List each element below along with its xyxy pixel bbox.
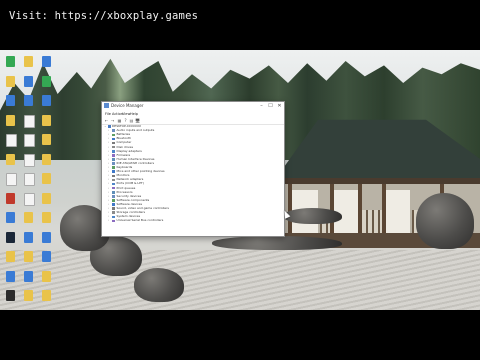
device-category-icon <box>112 178 115 182</box>
app-icon[interactable] <box>6 212 15 223</box>
device-category-icon <box>112 154 115 157</box>
forward-arrow-icon[interactable]: → <box>110 118 115 123</box>
document-icon[interactable] <box>24 192 35 206</box>
folder-icon[interactable] <box>42 134 51 145</box>
folder-icon[interactable] <box>6 153 15 165</box>
chrome-icon[interactable] <box>42 75 51 87</box>
app-icon[interactable] <box>42 251 51 262</box>
help-icon[interactable]: ? <box>123 118 128 123</box>
device-category-icon <box>112 162 115 165</box>
window-title: Device Manager <box>111 103 144 108</box>
folder-icon[interactable] <box>42 114 51 126</box>
folder-icon[interactable] <box>42 153 51 165</box>
device-manager-icon <box>104 103 109 108</box>
device-category-icon <box>112 190 115 194</box>
device-category-icon <box>112 186 115 190</box>
device-category-icon <box>112 145 115 149</box>
device-category-icon <box>112 182 115 186</box>
app-icon[interactable] <box>6 270 15 282</box>
device-category-icon <box>112 215 115 219</box>
chevron-right-icon[interactable]: › <box>108 218 109 222</box>
temple-lattice <box>360 210 382 234</box>
device-category-icon <box>112 166 115 169</box>
folder-icon[interactable] <box>42 212 51 223</box>
folder-icon[interactable] <box>42 173 51 184</box>
folder-icon[interactable] <box>24 251 33 262</box>
back-arrow-icon[interactable]: ← <box>104 118 109 123</box>
device-category-icon <box>112 203 115 206</box>
document-icon[interactable] <box>24 134 35 147</box>
epic-icon[interactable] <box>6 290 15 301</box>
device-category-icon <box>112 158 115 161</box>
chrome-icon[interactable] <box>6 56 15 67</box>
maximize-button[interactable]: ☐ <box>266 102 275 110</box>
close-button[interactable]: ✕ <box>275 102 284 110</box>
folder-icon[interactable] <box>6 114 15 126</box>
folder-icon[interactable] <box>24 290 33 301</box>
device-category-icon <box>112 199 115 202</box>
properties-icon[interactable]: ▦ <box>117 118 122 123</box>
device-category-icon <box>112 133 115 137</box>
device-category-row[interactable]: › Audio inputs and outputs <box>104 128 280 133</box>
folder-icon[interactable] <box>6 75 15 87</box>
app-icon[interactable] <box>24 231 33 243</box>
device-category-row[interactable]: › Mice and other pointing devices <box>104 169 280 174</box>
document-icon[interactable] <box>6 173 17 186</box>
folder-icon[interactable] <box>42 270 51 282</box>
device-category-icon <box>112 137 115 141</box>
device-category-icon <box>112 129 115 133</box>
desktop-icons <box>0 50 70 310</box>
app-icon[interactable] <box>42 95 51 106</box>
minimize-button[interactable]: – <box>257 102 266 110</box>
device-category-row[interactable]: › Display adapters <box>104 149 280 153</box>
monitor-icon[interactable]: 🖥 <box>135 118 140 123</box>
app-icon[interactable] <box>24 95 33 106</box>
device-manager-window: Device Manager – ☐ ✕ File Action View He… <box>101 101 291 237</box>
device-category-icon <box>112 211 115 215</box>
video-caption: Visit: https://xboxplay.games <box>9 10 199 22</box>
device-category-row[interactable]: › Universal Serial Bus controllers <box>104 218 280 223</box>
folder-icon[interactable] <box>6 251 15 262</box>
folder-icon[interactable] <box>24 56 33 67</box>
window-titlebar[interactable]: Device Manager – ☐ ✕ <box>102 102 284 110</box>
document-icon[interactable] <box>24 173 35 186</box>
device-category-icon <box>112 149 115 153</box>
document-icon[interactable] <box>6 134 17 147</box>
raked-gravel <box>0 250 480 310</box>
garden-rock <box>134 268 184 302</box>
folder-icon[interactable] <box>24 212 33 223</box>
device-tree: ⌄ DESKTOP-XXXXXXX › Audio inputs and outp… <box>104 124 280 233</box>
app-icon[interactable] <box>24 75 33 87</box>
document-icon[interactable] <box>24 114 35 128</box>
app-icon[interactable] <box>42 231 51 243</box>
document-icon[interactable] <box>24 153 35 167</box>
view-icon[interactable]: ▤ <box>129 118 134 123</box>
app-icon[interactable] <box>24 270 33 282</box>
device-category-icon <box>112 219 115 223</box>
device-category-icon <box>112 170 115 174</box>
device-category-icon <box>112 207 115 210</box>
folder-icon[interactable] <box>42 192 51 204</box>
app-icon[interactable] <box>42 56 51 67</box>
device-category-icon <box>112 195 115 198</box>
device-category-icon <box>112 141 115 145</box>
device-category-label: Universal Serial Bus controllers <box>116 218 164 223</box>
device-category-icon <box>112 174 115 178</box>
game-icon[interactable] <box>6 192 15 204</box>
folder-icon[interactable] <box>42 290 51 301</box>
steam-icon[interactable] <box>6 231 15 243</box>
temple-wall <box>384 190 410 234</box>
garden-rock <box>284 208 342 224</box>
app-icon[interactable] <box>6 95 15 106</box>
garden-rock <box>212 236 342 250</box>
garden-rock <box>416 193 474 249</box>
chevron-down-icon[interactable]: ⌄ <box>104 124 107 128</box>
